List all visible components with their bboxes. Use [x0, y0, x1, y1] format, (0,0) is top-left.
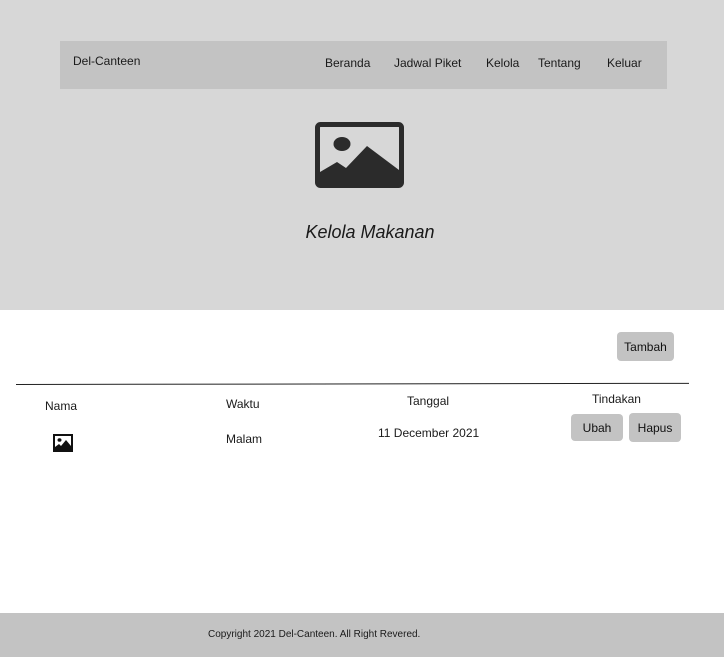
table-header-divider — [15, 382, 689, 385]
column-header-nama: Nama — [45, 399, 78, 413]
nav-item-jadwal-piket[interactable]: Jadwal Piket — [394, 56, 461, 70]
image-placeholder-icon — [315, 122, 404, 188]
add-button[interactable]: Tambah — [617, 332, 674, 361]
brand-logo-text[interactable]: Del-Canteen — [73, 54, 140, 68]
copyright-text: Copyright 2021 Del-Canteen. All Right Re… — [208, 629, 421, 640]
nav-item-tentang[interactable]: Tentang — [538, 56, 581, 70]
page-title: Kelola Makanan — [305, 222, 435, 242]
column-header-waktu: Waktu — [226, 397, 260, 411]
nav-item-beranda[interactable]: Beranda — [325, 56, 370, 70]
image-placeholder-icon — [53, 434, 73, 452]
column-header-tanggal: Tanggal — [407, 394, 450, 408]
column-header-tindakan: Tindakan — [592, 392, 641, 406]
hero-section: Del-Canteen Beranda Jadwal Piket Kelola … — [0, 0, 724, 310]
nav-item-kelola[interactable]: Kelola — [486, 56, 519, 70]
edit-button[interactable]: Ubah — [571, 414, 623, 441]
navbar: Del-Canteen Beranda Jadwal Piket Kelola … — [60, 41, 667, 89]
row-tanggal: 11 December 2021 — [378, 426, 480, 440]
nav-item-keluar[interactable]: Keluar — [607, 56, 642, 70]
row-waktu: Malam — [226, 432, 263, 446]
footer: Copyright 2021 Del-Canteen. All Right Re… — [0, 613, 724, 657]
delete-button[interactable]: Hapus — [629, 413, 681, 442]
